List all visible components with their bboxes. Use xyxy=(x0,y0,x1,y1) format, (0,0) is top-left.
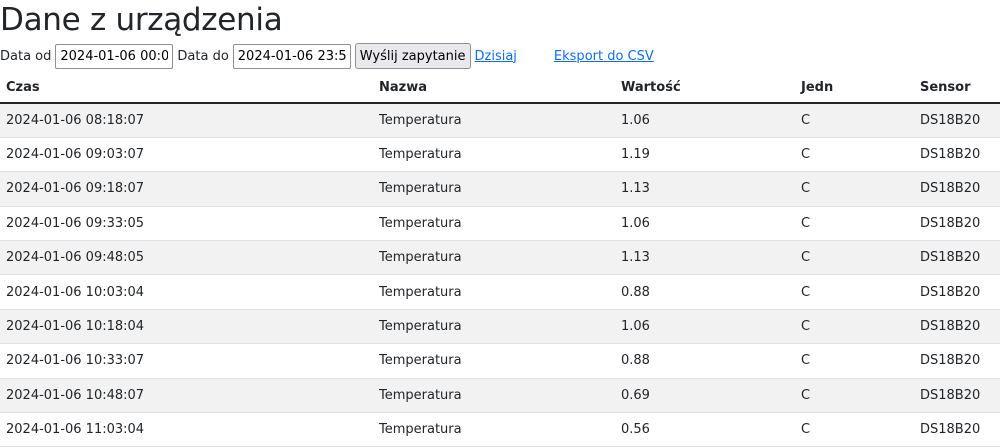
cell-value: 1.19 xyxy=(615,137,795,173)
today-link[interactable]: Dzisiaj xyxy=(475,49,517,64)
cell-time: 2024-01-06 09:18:07 xyxy=(0,171,373,207)
submit-query-button[interactable]: Wyślij zapytanie xyxy=(354,43,471,69)
table-header-row: Czas Nazwa Wartość Jedn Sensor xyxy=(0,72,1000,104)
cell-time: 2024-01-06 10:18:04 xyxy=(0,309,373,345)
cell-sensor: DS18B20 xyxy=(914,137,1000,173)
from-label: Data od xyxy=(0,48,52,64)
cell-unit: C xyxy=(795,171,914,207)
cell-value: 0.56 xyxy=(615,412,795,448)
table-row: 2024-01-06 08:18:07 Temperatura 1.06 C DS18B… xyxy=(0,103,1000,138)
cell-name: Temperatura xyxy=(373,378,615,414)
cell-sensor: DS18B20 xyxy=(914,171,1000,207)
column-header-time: Czas xyxy=(0,72,373,104)
column-header-sensor: Sensor xyxy=(914,72,1000,104)
to-label: Data do xyxy=(177,48,229,64)
cell-sensor: DS18B20 xyxy=(914,206,1000,242)
cell-value: 1.06 xyxy=(615,206,795,242)
cell-time: 2024-01-06 08:18:07 xyxy=(0,103,373,138)
cell-unit: C xyxy=(795,274,914,310)
cell-unit: C xyxy=(795,309,914,345)
export-csv-link[interactable]: Eksport do CSV xyxy=(554,49,654,64)
table-row: 2024-01-06 09:33:05 Temperatura 1.06 C DS18B… xyxy=(0,206,1000,242)
cell-value: 1.13 xyxy=(615,171,795,207)
table-row: 2024-01-06 11:03:04 Temperatura 0.56 C DS18B… xyxy=(0,412,1000,448)
cell-time: 2024-01-06 11:03:04 xyxy=(0,412,373,448)
cell-name: Temperatura xyxy=(373,103,615,138)
cell-sensor: DS18B20 xyxy=(914,412,1000,448)
table-row: 2024-01-06 09:48:05 Temperatura 1.13 C DS18B… xyxy=(0,240,1000,276)
date-to-input[interactable] xyxy=(232,43,351,69)
cell-time: 2024-01-06 09:33:05 xyxy=(0,206,373,242)
table-row: 2024-01-06 10:33:07 Temperatura 0.88 C DS18B… xyxy=(0,343,1000,379)
cell-name: Temperatura xyxy=(373,171,615,207)
cell-time: 2024-01-06 09:48:05 xyxy=(0,240,373,276)
cell-unit: C xyxy=(795,137,914,173)
column-header-name: Nazwa xyxy=(373,72,615,104)
cell-time: 2024-01-06 09:03:07 xyxy=(0,137,373,173)
table-row: 2024-01-06 10:48:07 Temperatura 0.69 C DS18B… xyxy=(0,378,1000,414)
cell-unit: C xyxy=(795,412,914,448)
cell-sensor: DS18B20 xyxy=(914,274,1000,310)
cell-value: 0.88 xyxy=(615,274,795,310)
cell-value: 1.06 xyxy=(615,103,795,138)
cell-value: 1.06 xyxy=(615,309,795,345)
column-header-value: Wartość xyxy=(615,72,795,104)
table-row: 2024-01-06 09:18:07 Temperatura 1.13 C DS18B… xyxy=(0,171,1000,207)
cell-time: 2024-01-06 10:33:07 xyxy=(0,343,373,379)
cell-time: 2024-01-06 10:48:07 xyxy=(0,378,373,414)
data-table: Czas Nazwa Wartość Jedn Sensor 2024-01-06 08… xyxy=(0,72,1000,448)
cell-value: 0.69 xyxy=(615,378,795,414)
cell-value: 0.88 xyxy=(615,343,795,379)
cell-sensor: DS18B20 xyxy=(914,103,1000,138)
cell-unit: C xyxy=(795,103,914,138)
cell-name: Temperatura xyxy=(373,274,615,310)
cell-sensor: DS18B20 xyxy=(914,309,1000,345)
cell-unit: C xyxy=(795,343,914,379)
cell-name: Temperatura xyxy=(373,343,615,379)
table-row: 2024-01-06 10:03:04 Temperatura 0.88 C DS18B… xyxy=(0,274,1000,310)
column-header-unit: Jedn xyxy=(795,72,914,104)
cell-sensor: DS18B20 xyxy=(914,343,1000,379)
cell-name: Temperatura xyxy=(373,240,615,276)
cell-name: Temperatura xyxy=(373,137,615,173)
cell-name: Temperatura xyxy=(373,309,615,345)
table-row: 2024-01-06 09:03:07 Temperatura 1.19 C DS18B… xyxy=(0,137,1000,173)
table-row: 2024-01-06 10:18:04 Temperatura 1.06 C DS18B… xyxy=(0,309,1000,345)
cell-sensor: DS18B20 xyxy=(914,378,1000,414)
query-form: Data od Data do Wyślij zapytanie Dzisiaj… xyxy=(0,42,1000,70)
cell-name: Temperatura xyxy=(373,412,615,448)
cell-unit: C xyxy=(795,378,914,414)
cell-name: Temperatura xyxy=(373,206,615,242)
date-from-input[interactable] xyxy=(55,43,174,69)
cell-unit: C xyxy=(795,206,914,242)
cell-time: 2024-01-06 10:03:04 xyxy=(0,274,373,310)
cell-sensor: DS18B20 xyxy=(914,240,1000,276)
cell-value: 1.13 xyxy=(615,240,795,276)
page-title: Dane z urządzenia xyxy=(0,2,283,38)
cell-unit: C xyxy=(795,240,914,276)
